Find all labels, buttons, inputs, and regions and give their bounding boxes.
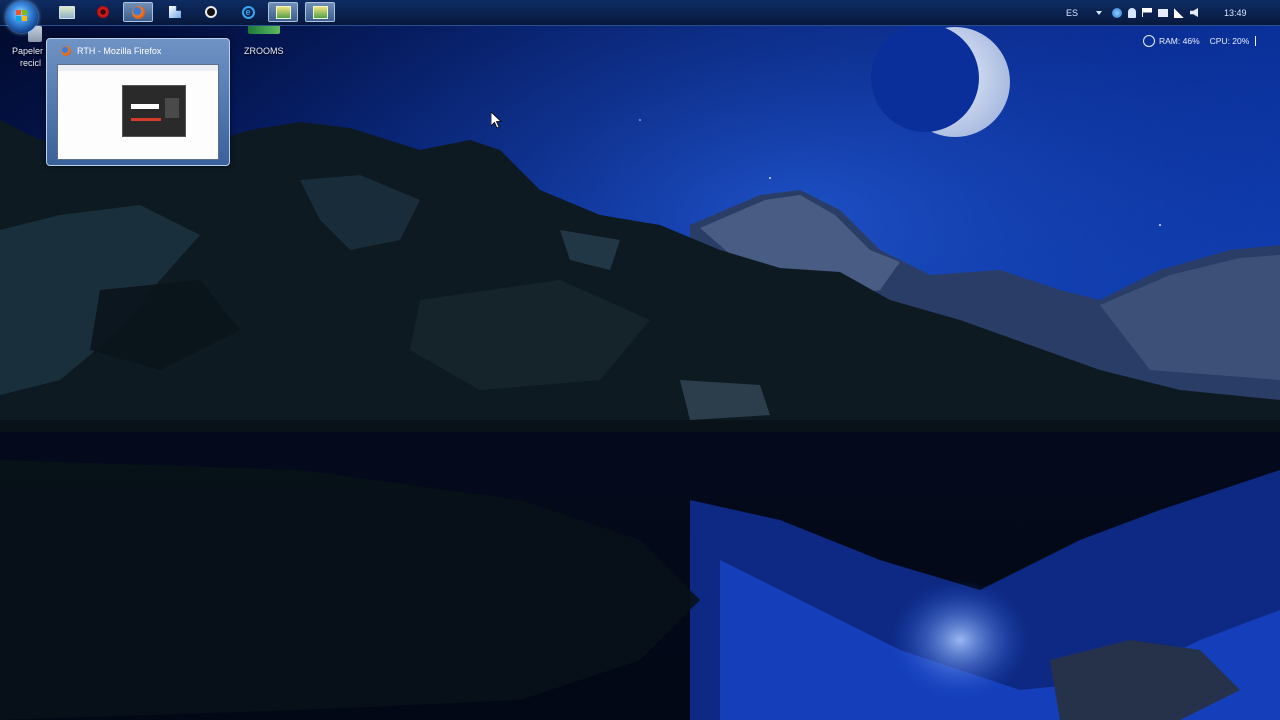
thumbnail-input xyxy=(131,104,159,109)
system-monitor-gadget: RAM: 46% CPU: 20% xyxy=(1143,32,1262,50)
opera-icon xyxy=(97,6,109,18)
gadget-close-icon[interactable] xyxy=(1255,36,1262,46)
desktop-icon-recycle-bin[interactable]: Papeler recicl xyxy=(2,26,46,72)
taskbar-button-opera[interactable] xyxy=(88,2,118,22)
taskbar-button-image-viewer-2[interactable] xyxy=(305,2,335,22)
steam-icon xyxy=(205,6,217,18)
start-button[interactable] xyxy=(6,1,38,33)
image-viewer-icon xyxy=(275,5,291,19)
taskbar: e ES 13:49 xyxy=(0,0,1280,33)
signal-icon[interactable] xyxy=(1174,7,1185,18)
mouse-cursor-icon xyxy=(491,112,503,129)
taskbar-button-steam[interactable] xyxy=(196,2,226,22)
language-indicator[interactable]: ES xyxy=(1066,8,1078,18)
network-globe-icon[interactable] xyxy=(1112,7,1123,18)
preview-window-title: RTH - Mozilla Firefox xyxy=(77,46,162,56)
user-icon[interactable] xyxy=(1128,7,1137,18)
desktop-icon-label: ZROOMS xyxy=(244,46,284,56)
system-tray: ES 13:49 xyxy=(1066,0,1247,25)
desktop-icon-zrooms[interactable]: ZROOMS xyxy=(240,24,290,60)
ram-usage: RAM: 46% xyxy=(1159,36,1200,46)
ram-icon xyxy=(1143,35,1155,47)
firefox-icon xyxy=(61,46,71,56)
cpu-usage: CPU: 20% xyxy=(1209,36,1250,46)
thumbnail-side-panel xyxy=(165,98,179,118)
internet-explorer-icon: e xyxy=(241,5,255,19)
windows-explorer-icon xyxy=(59,5,75,19)
printer-icon[interactable] xyxy=(1158,8,1169,17)
thumbnail-header-bar xyxy=(58,65,218,71)
chevron-down-icon[interactable] xyxy=(1096,10,1103,15)
taskbar-thumbnail-preview[interactable]: RTH - Mozilla Firefox xyxy=(46,38,230,166)
action-center-flag-icon[interactable] xyxy=(1142,8,1153,17)
media-icon xyxy=(169,6,181,18)
desktop-icon-label: Papeler xyxy=(12,46,44,56)
taskbar-button-image-viewer-1[interactable] xyxy=(268,2,298,22)
clock[interactable]: 13:49 xyxy=(1224,8,1247,18)
desktop-icon-sublabel: recicl xyxy=(20,58,42,68)
taskbar-button-firefox[interactable] xyxy=(123,2,153,22)
taskbar-button-media[interactable] xyxy=(160,2,190,22)
volume-icon[interactable] xyxy=(1190,8,1199,17)
taskbar-button-explorer[interactable] xyxy=(52,2,82,22)
image-viewer-icon xyxy=(312,5,328,19)
preview-thumbnail xyxy=(57,64,219,160)
taskbar-button-internet-explorer[interactable]: e xyxy=(233,2,263,22)
thumbnail-dialog xyxy=(122,85,186,137)
thumbnail-button xyxy=(131,118,161,121)
windows-logo-icon xyxy=(16,10,28,22)
firefox-icon xyxy=(131,5,145,19)
